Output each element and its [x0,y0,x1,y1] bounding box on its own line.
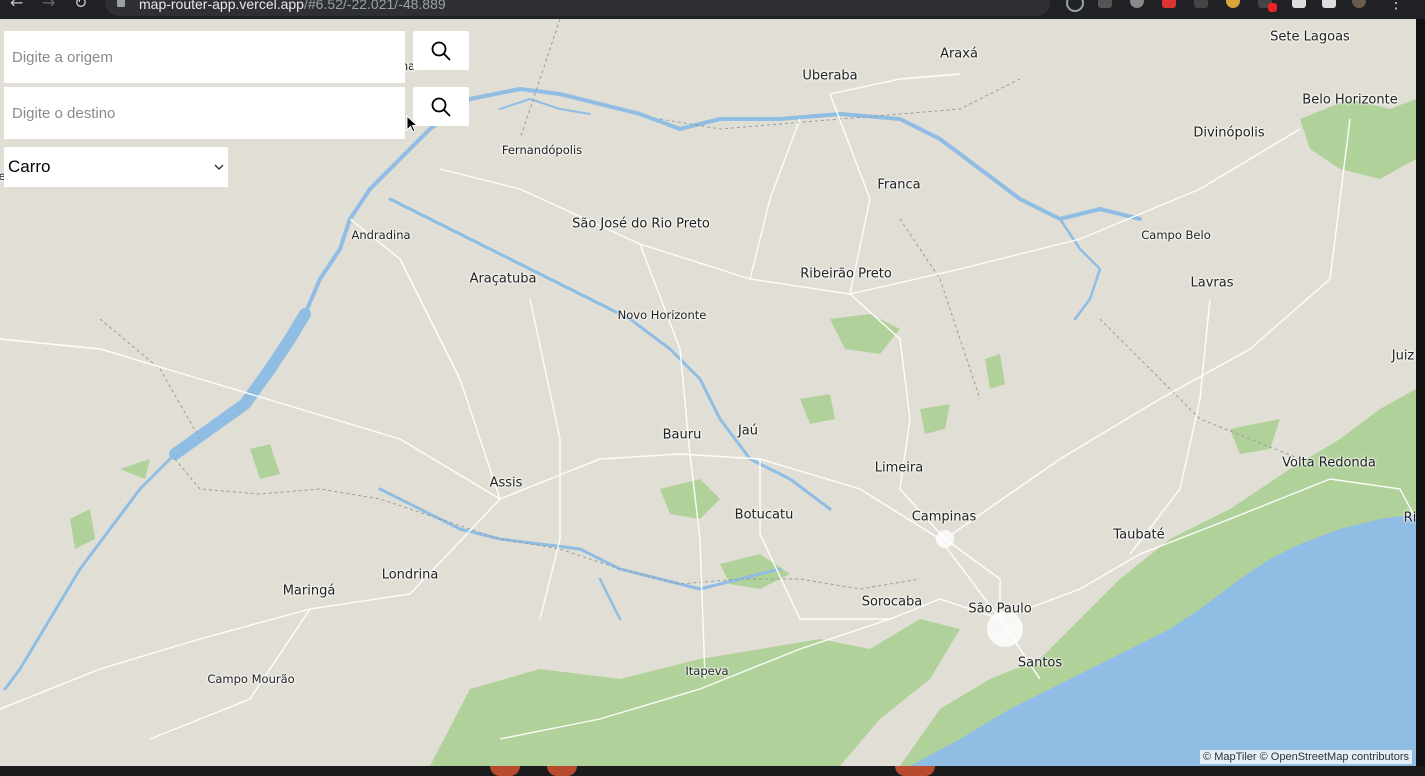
lock-icon [117,0,125,7]
city-label: Divinópolis [1193,125,1265,141]
city-label: Londrina [381,567,439,583]
map-attribution[interactable]: © MapTiler © OpenStreetMap contributors [1200,750,1412,764]
reload-icon[interactable]: ↻ [74,0,87,12]
address-bar[interactable]: map-router-app.vercel.app/#6.52/-22.021/… [105,0,1050,16]
city-label: Ri [1403,510,1416,526]
mouse-cursor-icon [406,115,419,133]
address-text: map-router-app.vercel.app/#6.52/-22.021/… [139,0,446,12]
city-label: Araxá [940,46,978,62]
sidepanel-icon[interactable] [1322,0,1336,8]
city-label: Jaú [737,423,759,439]
city-label: Franca [877,177,921,193]
city-label: Sorocaba [861,594,923,610]
destination-input[interactable] [4,87,405,139]
notification-badge [1268,3,1277,12]
city-label: Volta Redonda [1282,455,1376,471]
city-label: Belo Horizonte [1302,92,1398,108]
city-label: Juiz [1391,348,1415,364]
city-label: Ribeirão Preto [800,266,892,282]
city-label: Botucatu [734,507,794,523]
destination-search-button[interactable] [413,87,469,126]
city-label: Itapeva [685,664,729,678]
back-icon[interactable]: ← [10,0,23,12]
city-label: Campo Mourão [207,672,295,686]
city-label: Limeira [874,460,924,476]
extension-icon[interactable] [1098,0,1112,8]
city-label: Uberaba [802,68,858,84]
menu-kebab-icon[interactable]: ⋮ [1388,0,1404,12]
city-label: Campinas [911,509,977,525]
chevron-down-icon [214,164,224,170]
search-icon [431,97,451,116]
city-label: Bauru [662,427,702,443]
city-label: Novo Horizonte [617,308,707,322]
city-label: São José do Rio Preto [572,216,710,232]
extension-icon[interactable] [1226,0,1240,8]
travel-mode-value: Carro [8,157,51,176]
search-icon [431,41,451,60]
window-edge [1416,19,1425,766]
dock-app-icon[interactable] [895,766,935,776]
origin-input[interactable] [4,31,405,83]
extension-icon[interactable] [1194,0,1208,8]
city-label: Lavras [1190,275,1234,291]
extension-icon[interactable] [1130,0,1144,8]
avatar[interactable] [1352,0,1366,8]
city-label: Maringá [282,583,336,599]
extension-icon[interactable] [1066,0,1084,12]
city-label: São Paulo [968,601,1032,617]
city-label: Sete Lagoas [1270,29,1350,45]
browser-toolbar: ← → ↻ map-router-app.vercel.app/#6.52/-2… [0,0,1425,19]
city-label: Andradina [351,228,411,242]
city-label: Fernandópolis [501,143,583,157]
forward-icon[interactable]: → [42,0,55,12]
city-label: Campo Belo [1141,228,1211,242]
city-label: Santos [1017,655,1063,671]
city-label: Taubaté [1113,527,1165,543]
origin-search-button[interactable] [413,31,469,70]
city-label: Araçatuba [469,271,537,287]
dock-area [0,766,1425,776]
puzzle-icon[interactable] [1292,0,1306,8]
extension-icon[interactable] [1162,0,1176,8]
travel-mode-select[interactable]: Carro [4,147,228,187]
city-label: Assis [489,475,523,491]
